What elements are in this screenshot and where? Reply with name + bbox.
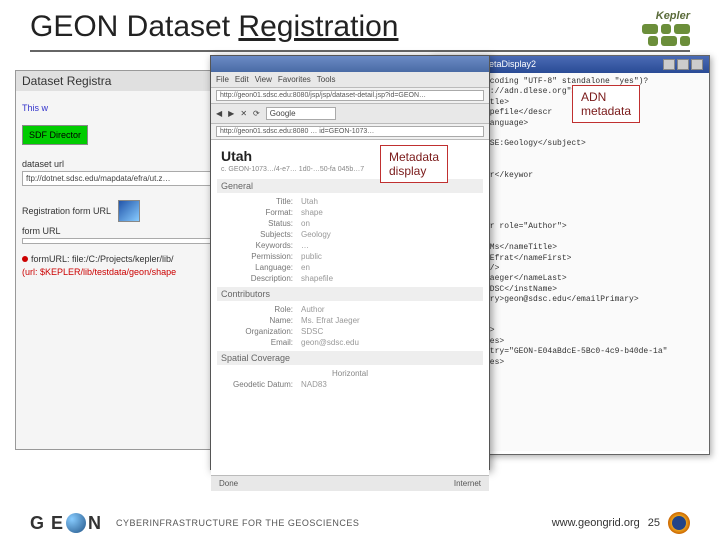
section-contributors: Contributors — [217, 287, 483, 301]
regform-url-label: Registration form URL — [22, 206, 111, 216]
nsf-logo-icon — [668, 512, 690, 534]
content-area: Dataset Registra This w SDF Director dat… — [30, 60, 690, 480]
slide-footer: G EN CYBERINFRASTRUCTURE FOR THE GEOSCIE… — [30, 512, 690, 534]
menu-item[interactable]: Edit — [235, 75, 249, 84]
browser-toolbar[interactable]: ◀▶✕⟳ Google — [211, 104, 489, 124]
footer-tagline: CYBERINFRASTRUCTURE FOR THE GEOSCIENCES — [116, 518, 359, 528]
footer-url: www.geongrid.org — [552, 517, 640, 529]
page-number: 25 — [648, 517, 660, 529]
google-search-box[interactable]: Google — [266, 107, 336, 120]
slide-title: GEON Dataset Registration — [30, 10, 398, 44]
metadata-browser-window: File Edit View Favorites Tools http://geon01… — [210, 55, 490, 470]
status-zone: Internet — [454, 479, 481, 488]
callout-adn-metadata: ADN metadata — [572, 85, 640, 123]
menu-item[interactable]: File — [216, 75, 229, 84]
geon-logo: G EN — [30, 513, 102, 534]
menu-item[interactable]: View — [255, 75, 272, 84]
dataset-url-field[interactable]: ftp://dotnet.sdsc.edu/mapdata/efra/ut.z… — [22, 171, 212, 186]
browser-statusbar: Done Internet — [211, 475, 489, 491]
browser-titlebar[interactable] — [211, 56, 489, 72]
address-bar-1[interactable]: http://geon01.sdsc.edu:8080/jsp/jsp/data… — [216, 90, 484, 101]
callout-metadata-display: Metadata display — [380, 145, 448, 183]
globe-icon — [66, 513, 86, 533]
address-bar-2[interactable]: http://geon01.sdsc.edu:8080 … id=GEON-10… — [216, 126, 484, 137]
slide-header: GEON Dataset Registration Kepler — [30, 10, 690, 52]
browser-menu[interactable]: File Edit View Favorites Tools — [211, 72, 489, 88]
sdf-director-actor[interactable]: SDF Director — [22, 125, 88, 145]
menu-item[interactable]: Favorites — [278, 75, 311, 84]
kepler-logo: Kepler — [642, 10, 690, 46]
close-icon[interactable] — [691, 59, 703, 70]
section-spatial: Spatial Coverage — [217, 351, 483, 365]
title-plain: GEON Dataset — [30, 10, 238, 43]
browser-ui-icon[interactable] — [118, 200, 140, 222]
kepler-text: Kepler — [656, 10, 690, 22]
menu-item[interactable]: Tools — [317, 75, 336, 84]
status-done: Done — [219, 479, 238, 488]
minimize-icon[interactable] — [663, 59, 675, 70]
maximize-icon[interactable] — [677, 59, 689, 70]
metadata-body: Utah c. GEON-1073…/4-e7… 1d0-…50-fa 045b… — [211, 140, 489, 475]
title-underlined: Registration — [238, 10, 398, 43]
form-url-field[interactable] — [22, 238, 212, 244]
